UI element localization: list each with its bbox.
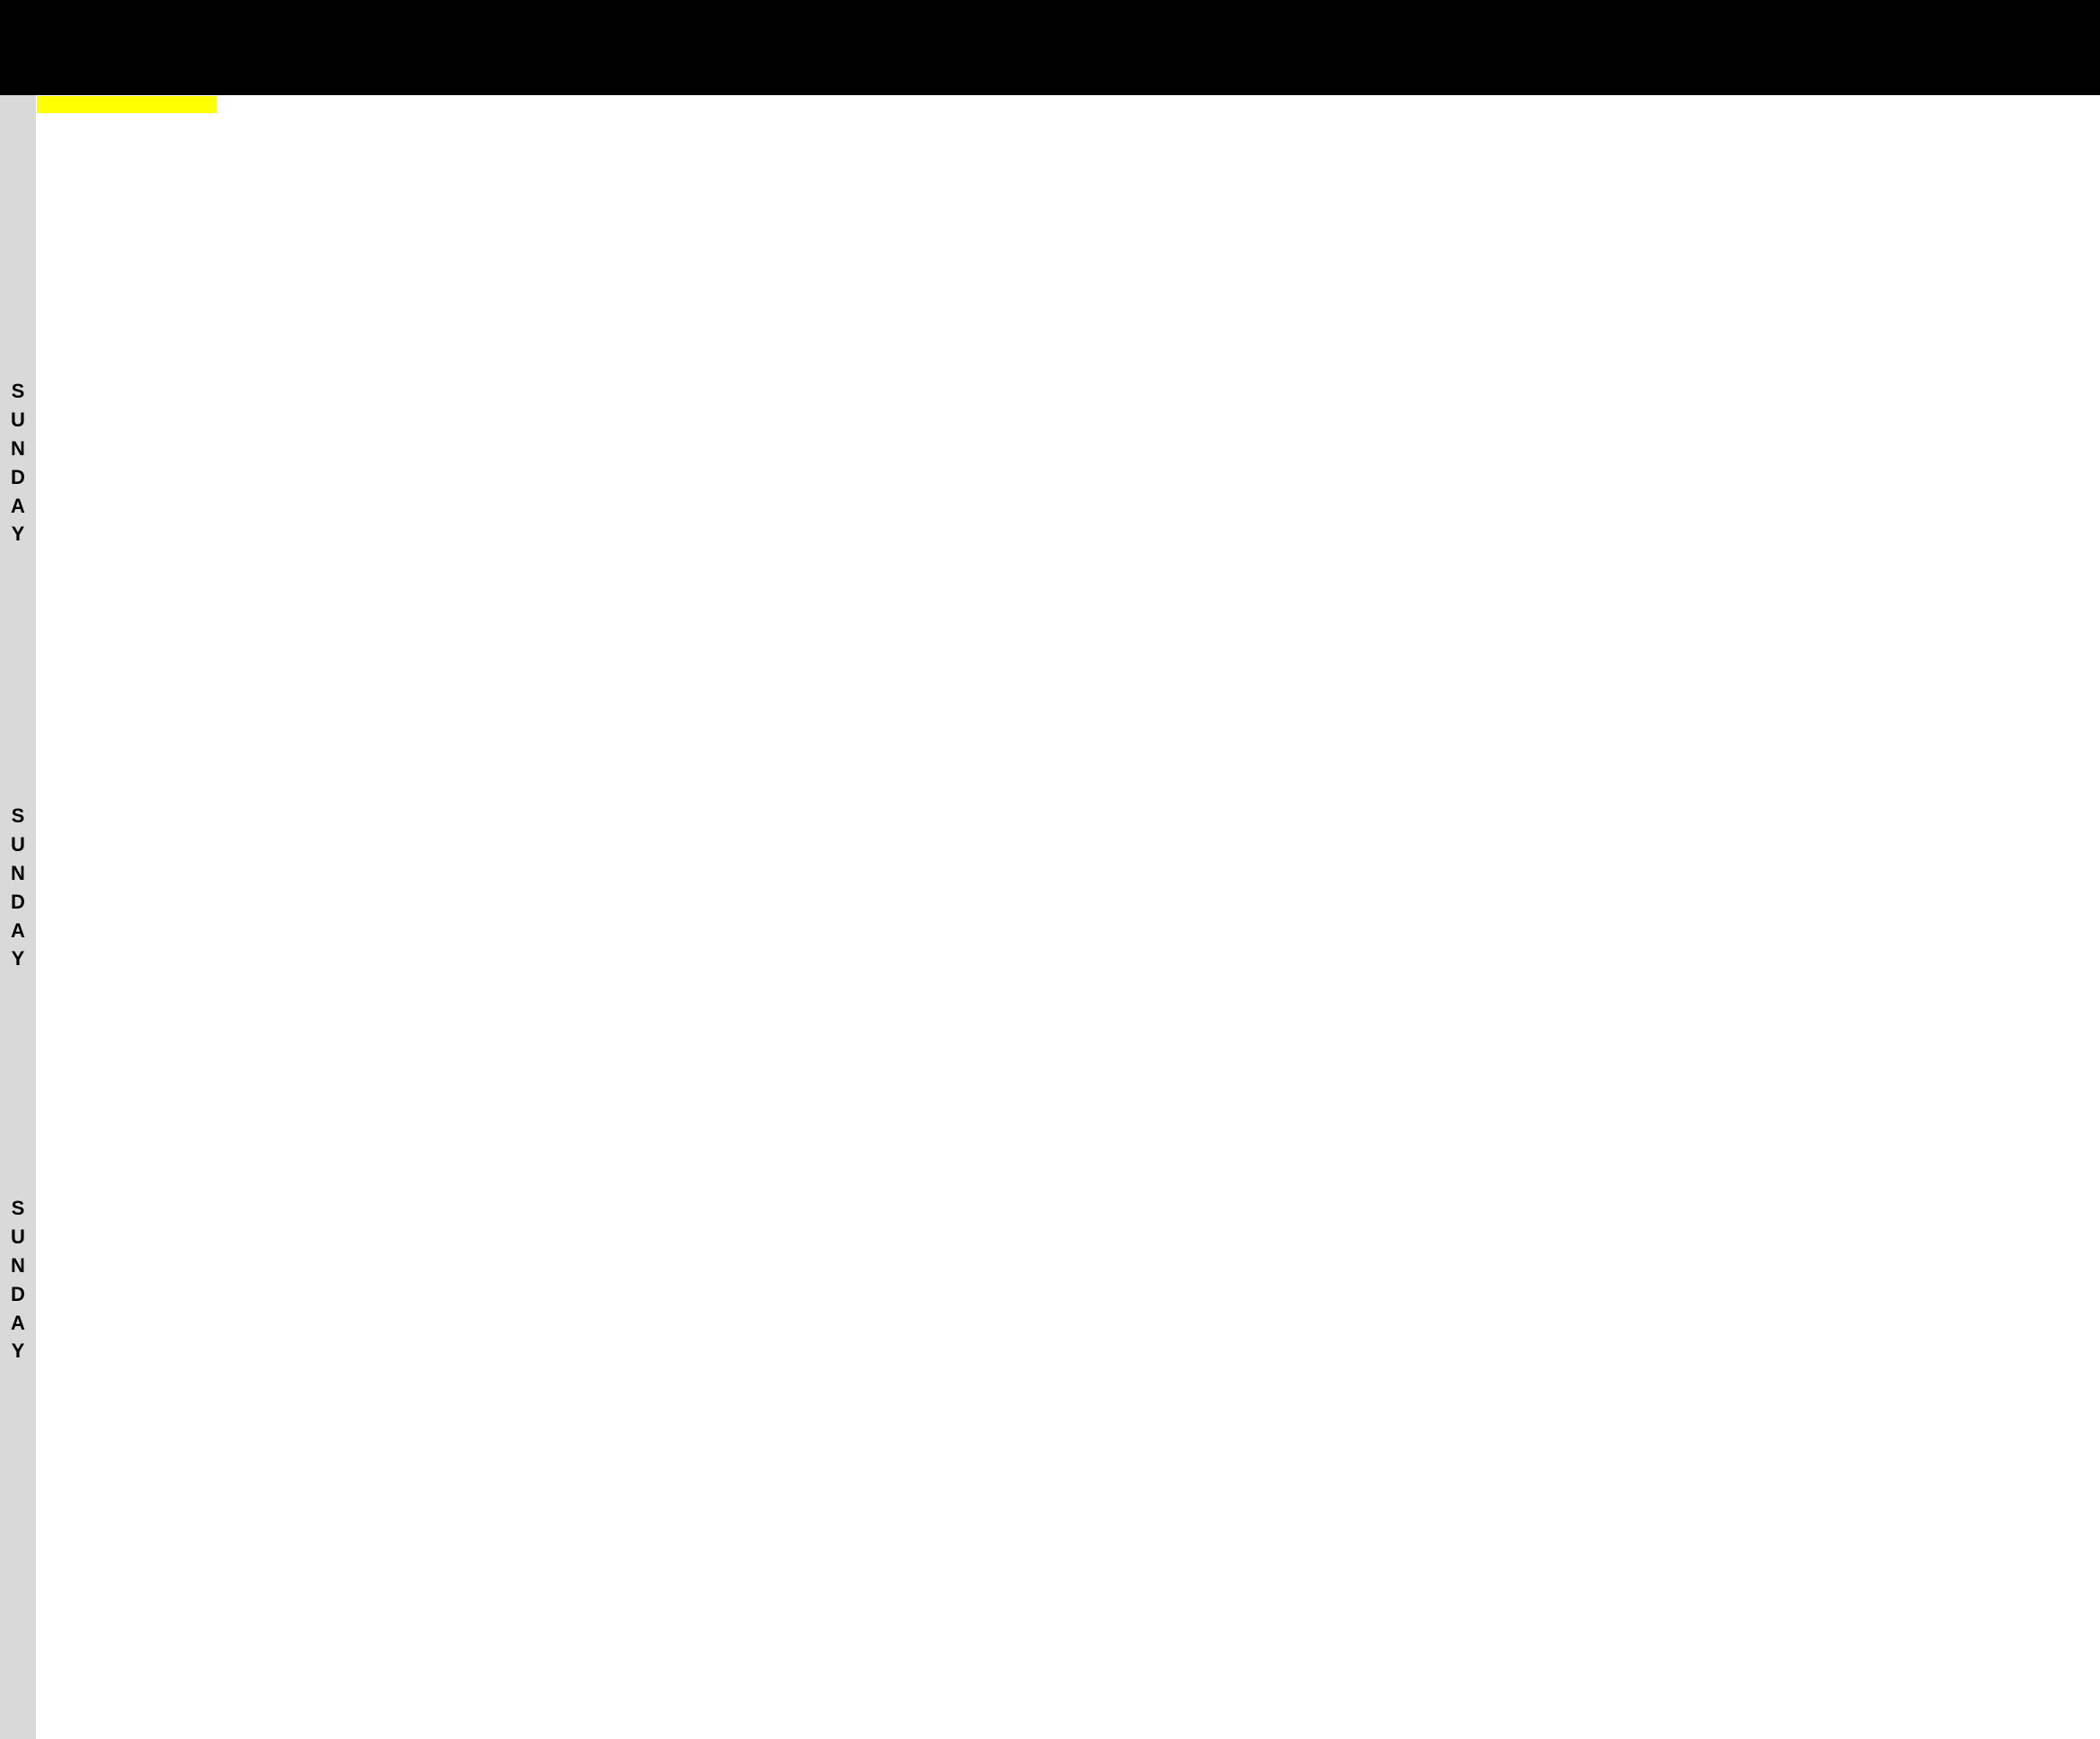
day-letter: A xyxy=(11,918,25,942)
day-label-sunday-2: SUNDAY xyxy=(0,802,36,1067)
day-letter: Y xyxy=(11,947,25,971)
day-letter: A xyxy=(11,1311,25,1334)
day-letter: S xyxy=(11,804,25,827)
date-chip[interactable] xyxy=(37,96,216,113)
social-media-calendar-sheet: SUNDAYSUNDAYSUNDAY xyxy=(0,0,2100,1739)
day-letter: N xyxy=(11,861,25,884)
day-letter: N xyxy=(11,1253,25,1277)
day-label-sunday-1: SUNDAY xyxy=(0,377,36,615)
day-letter: U xyxy=(11,832,25,856)
day-letter: U xyxy=(11,408,25,431)
day-letter: Y xyxy=(11,1339,25,1363)
day-label-sunday-3: SUNDAY xyxy=(0,1194,36,1459)
day-letter: A xyxy=(11,494,25,517)
day-letter: U xyxy=(11,1225,25,1248)
day-letter: D xyxy=(11,890,25,913)
day-letter: S xyxy=(11,1197,25,1219)
day-letter: D xyxy=(11,465,25,488)
table-header xyxy=(0,0,2100,95)
day-letter: N xyxy=(11,436,25,460)
day-letter: D xyxy=(11,1282,25,1305)
day-letter: Y xyxy=(11,523,25,546)
day-letter: S xyxy=(11,380,25,402)
